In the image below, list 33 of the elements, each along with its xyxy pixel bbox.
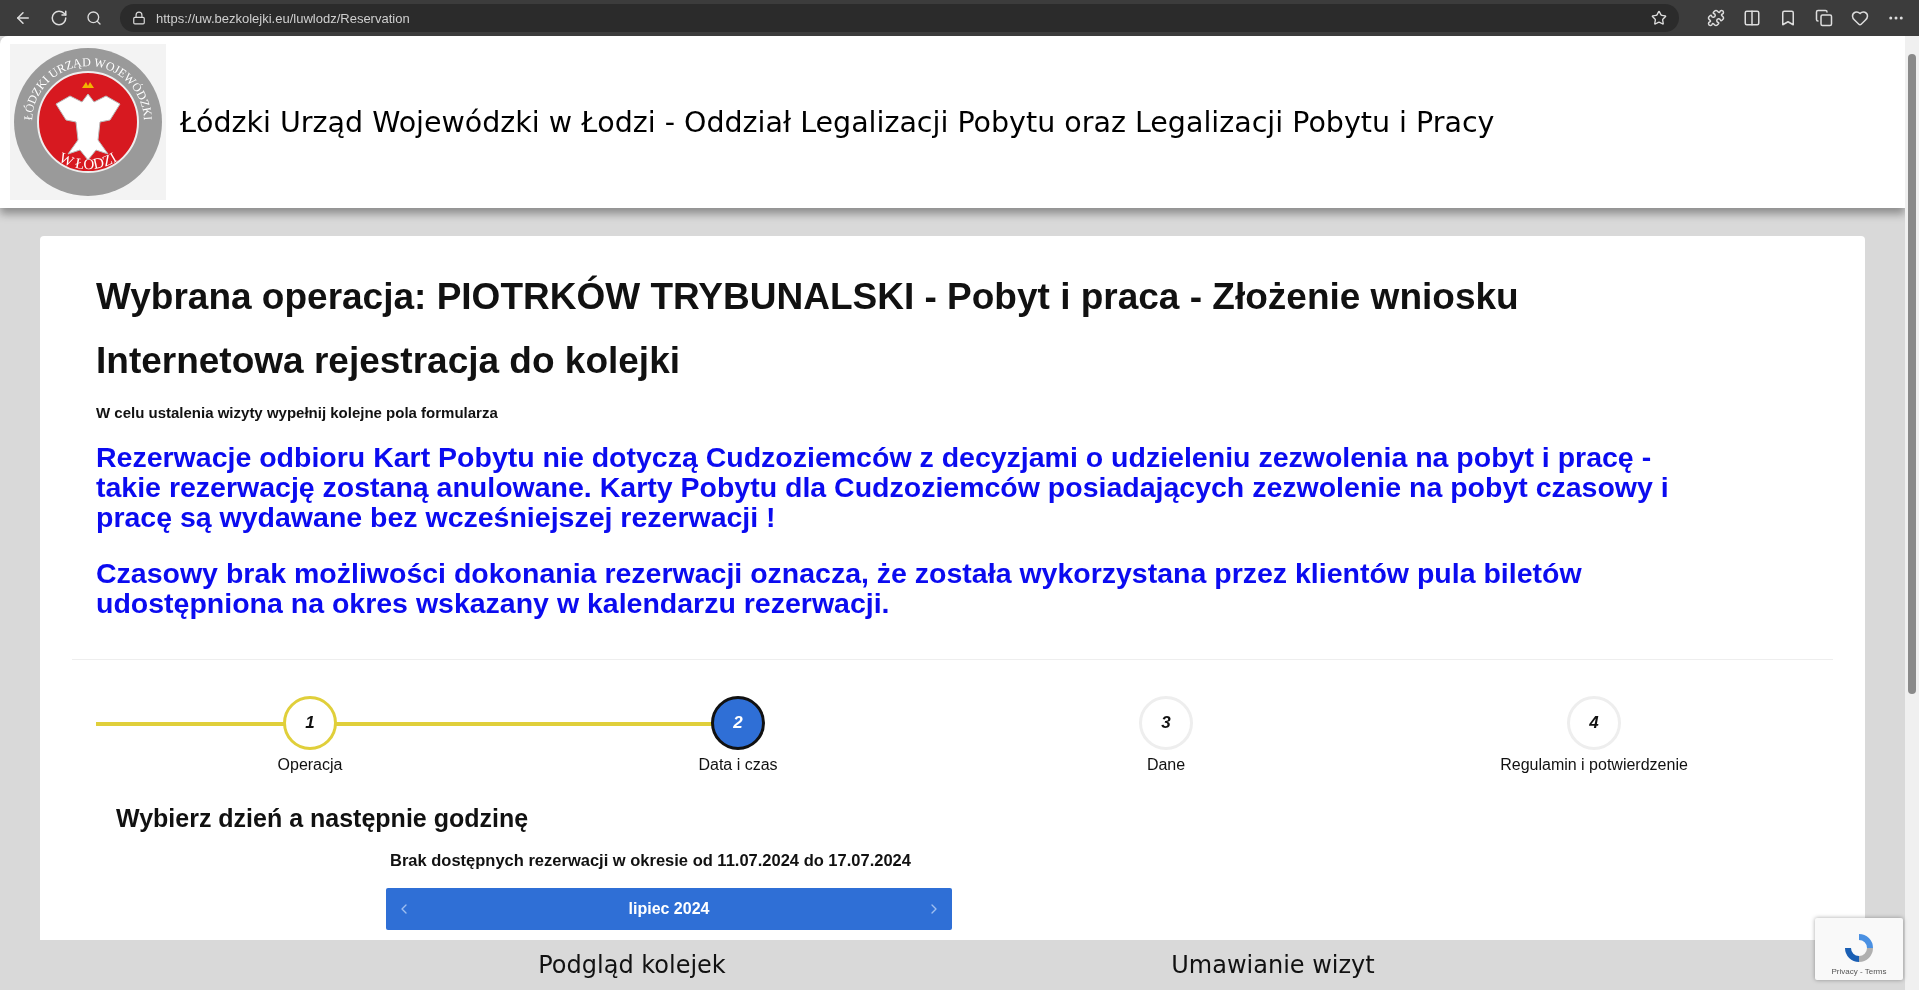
step-label: Operacja <box>277 755 343 774</box>
availability-message: Brak dostępnych rezerwacji w okresie od 11.07.2024 do 17.07.2024 <box>390 850 912 870</box>
scrollbar[interactable] <box>1905 36 1919 990</box>
privacy-terms-links[interactable]: Privacy - Terms <box>1831 967 1887 976</box>
footer-link[interactable]: Podgląd kolejek <box>538 951 726 979</box>
step-circle[interactable]: 4 <box>1567 695 1621 750</box>
extensions-icon[interactable] <box>1707 9 1725 27</box>
section-heading: Wybierz dzień a następnie godzinę <box>116 803 530 833</box>
address-bar[interactable]: https://uw.bezkolejki.eu/luwlodz/Reservation <box>120 4 1679 32</box>
lock-icon <box>132 11 146 25</box>
site-title: Łódzki Urząd Wojewódzki w Łodzi - Oddział Legalizacji Pobytu oraz Legalizacji Pobytu i Pracy <box>180 105 1495 139</box>
favorite-star-icon[interactable] <box>1651 10 1667 26</box>
month-title: lipiec 2024 <box>628 899 710 918</box>
page-heading: Internetowa rejestracja do kolejki <box>96 340 681 382</box>
operation-heading: Wybrana operacja: PIOTRKÓW TRYBUNALSKI - Pobyt i praca - Złożenie wniosku <box>96 276 1520 318</box>
notice-text: Rezerwacje odbioru Kart Pobytu nie dotyczą Cudzoziemców z decyzjami o udzieleniu zezwolenia na pobyt i pracę - takie rezerwację zostaną anulowane. Karty Pobytu dla Cudzoziemców posiadających zezwolenie na pobyt czasowy i pracę są wydawane bez wcześniejszej rezerwacji ! <box>96 443 1670 533</box>
recaptcha-icon <box>1842 931 1876 965</box>
collections-icon[interactable] <box>1815 9 1833 27</box>
step-circle[interactable]: 3 <box>1139 695 1193 750</box>
footer-link[interactable]: Umawianie wizyt <box>1171 951 1375 979</box>
back-icon[interactable] <box>14 9 32 27</box>
step-label: Data i czas <box>698 755 778 774</box>
favorites-icon[interactable] <box>1779 9 1797 27</box>
step-label: Regulamin i potwierdzenie <box>1500 755 1688 774</box>
split-screen-icon[interactable] <box>1743 9 1761 27</box>
search-icon[interactable] <box>86 10 102 26</box>
refresh-icon[interactable] <box>50 9 68 27</box>
notice-text: Czasowy brak możliwości dokonania rezerwacji oznacza, że została wykorzystana przez klientów pula biletów udostępniona na okres wskazany w kalendarzu rezerwacji. <box>96 558 1583 619</box>
heart-icon[interactable] <box>1851 9 1869 27</box>
step-label: Dane <box>1146 755 1186 774</box>
form-instruction: W celu ustalenia wizyty wypełnij kolejne pola formularza <box>96 404 499 421</box>
step-circle[interactable]: 1 <box>283 695 337 750</box>
step-circle[interactable]: 2 <box>711 695 765 750</box>
